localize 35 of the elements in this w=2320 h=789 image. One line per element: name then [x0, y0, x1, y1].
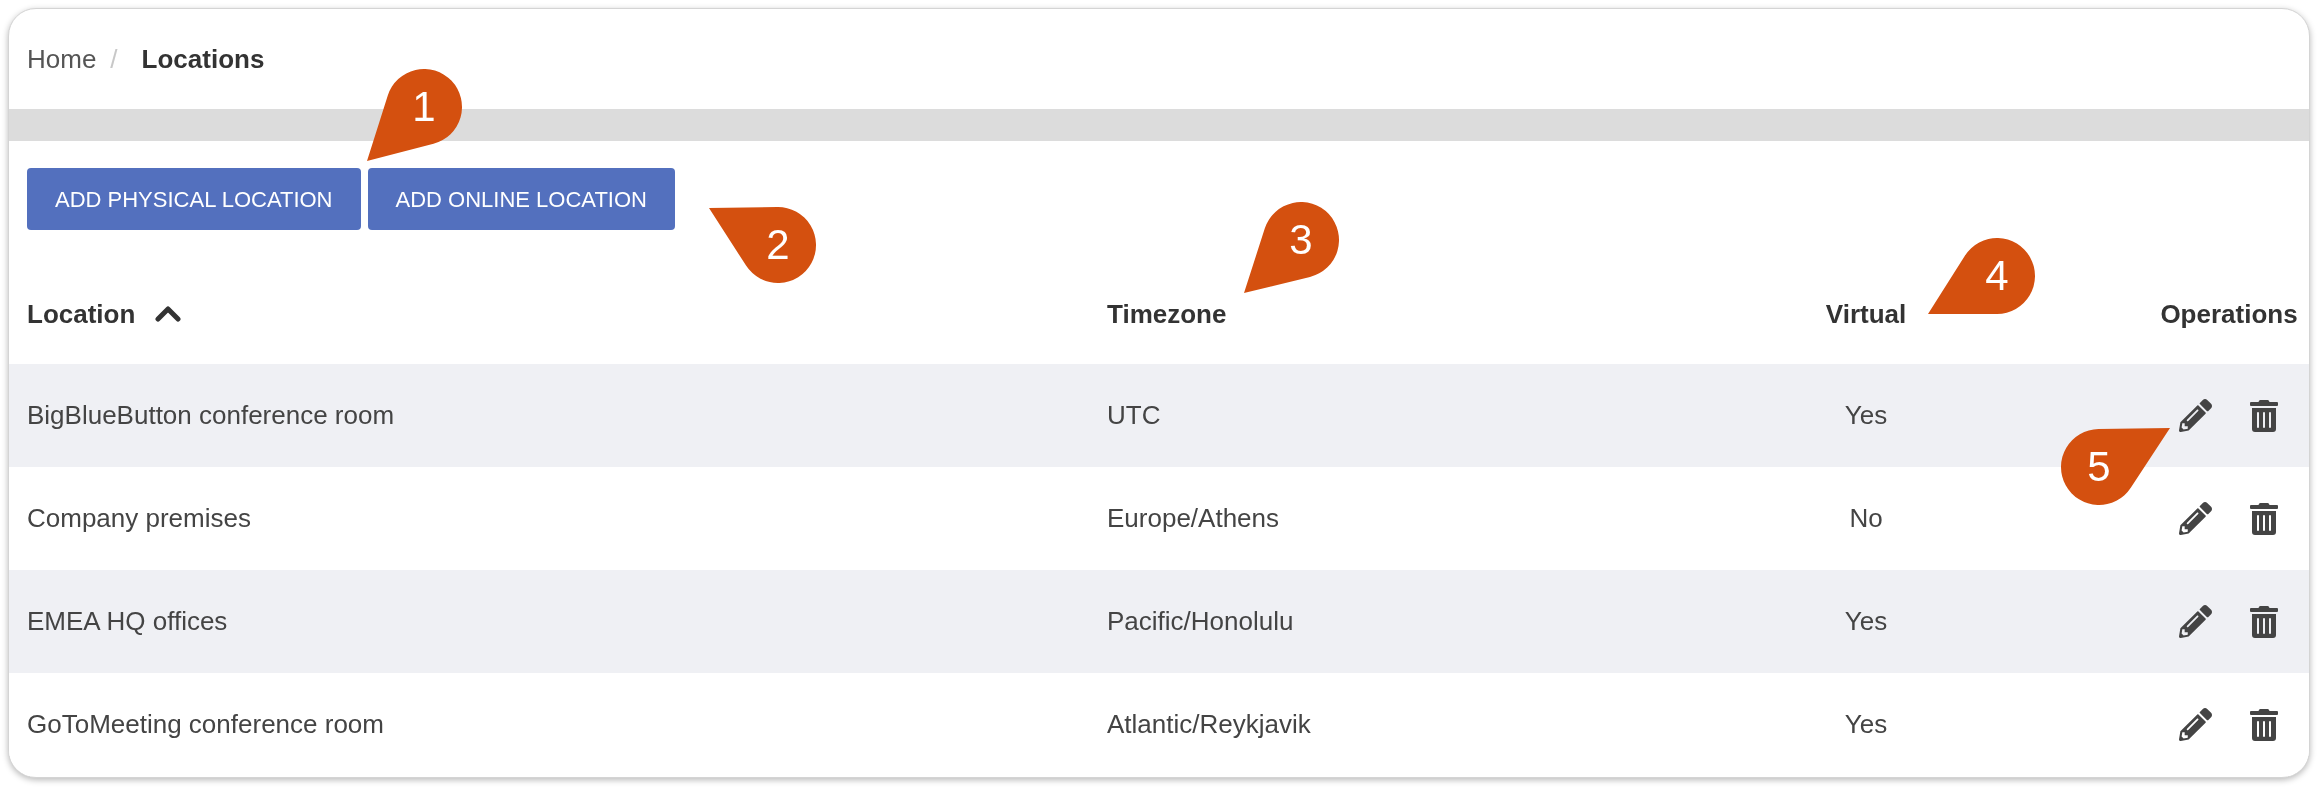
column-header: Location — [27, 297, 136, 331]
table-cell-text: EMEA HQ offices — [27, 605, 228, 638]
table-cell-text: No — [1849, 502, 1883, 535]
table-cell-text: Yes — [1844, 605, 1888, 638]
column-header: Operations — [2160, 297, 2298, 331]
pencil-icon[interactable] — [2178, 502, 2212, 535]
callout-marker: 1 — [367, 69, 462, 161]
trash-icon[interactable] — [2247, 708, 2280, 741]
pencil-icon[interactable] — [2178, 708, 2212, 741]
table-cell-text: Yes — [1844, 399, 1888, 432]
table-cell-text: Company premises — [27, 502, 251, 535]
callout-marker: 2 — [709, 207, 816, 283]
trash-icon[interactable] — [2247, 399, 2280, 432]
trash-icon[interactable] — [2247, 502, 2280, 535]
table-cell-text: Europe/Athens — [1107, 502, 1279, 535]
column-header: Timezone — [1107, 297, 1227, 331]
table-cell-text: Yes — [1844, 708, 1888, 741]
add-location-button[interactable]: ADD ONLINE LOCATION — [367, 168, 675, 230]
table-cell-text: BigBlueButton conference room — [27, 399, 395, 432]
breadcrumb-current: Locations — [141, 42, 265, 76]
add-location-button[interactable]: ADD PHYSICAL LOCATION — [27, 168, 361, 230]
breadcrumb-separator: / — [110, 42, 118, 76]
table-cell-text: UTC — [1107, 399, 1161, 432]
callout-marker: 5 — [2061, 428, 2170, 505]
pencil-icon[interactable] — [2178, 399, 2212, 432]
callout-marker: 4 — [1928, 238, 2035, 314]
chevron-up-icon[interactable] — [155, 306, 182, 322]
pencil-icon[interactable] — [2178, 605, 2212, 638]
callout-marker: 3 — [1244, 202, 1339, 293]
table-cell-text: Pacific/Honolulu — [1107, 605, 1294, 638]
table-cell-text: Atlantic/Reykjavik — [1107, 708, 1311, 741]
table-cell-text: GoToMeeting conference room — [27, 708, 384, 741]
trash-icon[interactable] — [2247, 605, 2280, 638]
column-header: Virtual — [1825, 297, 1907, 331]
breadcrumb-link[interactable]: Home — [27, 39, 97, 79]
